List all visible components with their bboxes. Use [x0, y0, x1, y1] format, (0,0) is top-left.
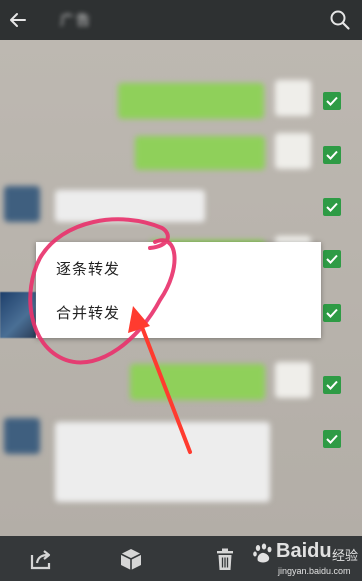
check-icon — [326, 434, 338, 444]
message-bubble — [135, 136, 265, 170]
back-button[interactable] — [0, 0, 36, 40]
merge-forward-option[interactable]: 合并转发 — [36, 288, 321, 336]
bottom-toolbar — [0, 536, 362, 581]
check-icon — [326, 308, 338, 318]
delete-button[interactable] — [212, 546, 238, 572]
search-button[interactable] — [328, 8, 352, 32]
check-icon — [326, 254, 338, 264]
trash-icon — [217, 548, 233, 570]
image-thumbnail[interactable] — [0, 292, 36, 338]
message-bubble — [55, 422, 270, 502]
menu-item-label: 逐条转发 — [56, 259, 121, 278]
check-icon — [326, 380, 338, 390]
forward-options-menu: 逐条转发 合并转发 — [36, 242, 321, 338]
avatar — [275, 362, 311, 398]
chat-title: 广告 — [60, 13, 92, 29]
check-icon — [326, 150, 338, 160]
search-icon — [330, 10, 350, 30]
select-checkbox[interactable] — [323, 146, 341, 164]
menu-item-label: 合并转发 — [56, 303, 121, 322]
select-checkbox[interactable] — [323, 430, 341, 448]
avatar — [4, 418, 40, 454]
select-checkbox[interactable] — [323, 198, 341, 216]
favorite-button[interactable] — [118, 546, 144, 572]
select-checkbox[interactable] — [323, 304, 341, 322]
select-checkbox[interactable] — [323, 376, 341, 394]
select-checkbox[interactable] — [323, 92, 341, 110]
forward-one-by-one-option[interactable]: 逐条转发 — [36, 244, 321, 292]
avatar — [4, 186, 40, 222]
check-icon — [326, 202, 338, 212]
top-bar: 广告 — [0, 0, 362, 40]
check-icon — [326, 96, 338, 106]
avatar — [275, 80, 311, 116]
share-icon — [30, 550, 51, 570]
message-bubble — [118, 83, 264, 119]
box-icon — [120, 549, 142, 570]
arrow-left-icon — [10, 13, 26, 27]
select-checkbox[interactable] — [323, 250, 341, 268]
avatar — [275, 133, 311, 169]
message-bubble — [55, 190, 205, 222]
share-button[interactable] — [28, 546, 54, 572]
message-bubble — [130, 364, 265, 400]
